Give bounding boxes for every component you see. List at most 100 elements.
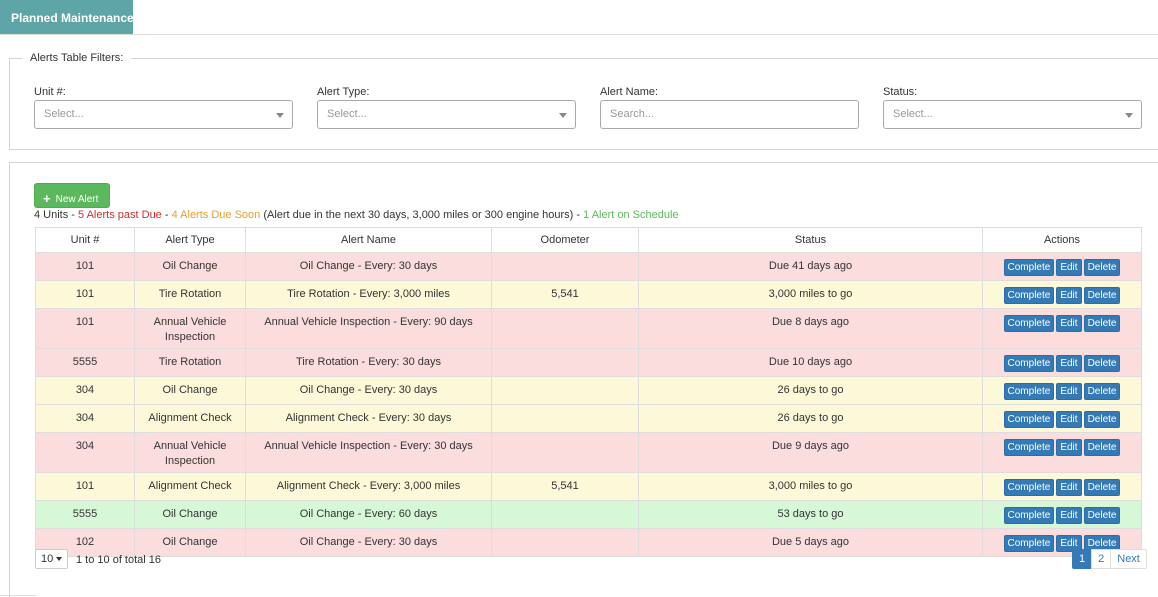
cell-status: 3,000 miles to go xyxy=(638,472,983,501)
complete-button[interactable]: Complete xyxy=(1003,439,1055,456)
cell-status: 26 days to go xyxy=(638,404,983,433)
edit-button[interactable]: Edit xyxy=(1056,479,1082,496)
cell-unit: 5555 xyxy=(35,500,135,529)
edit-button[interactable]: Edit xyxy=(1056,315,1082,332)
chevron-down-icon xyxy=(56,557,63,561)
cell-odometer xyxy=(491,432,639,473)
delete-button[interactable]: Delete xyxy=(1083,259,1121,276)
complete-button[interactable]: Complete xyxy=(1003,287,1055,304)
page-size-select[interactable]: 10 xyxy=(35,549,68,569)
tab-strip: Planned Maintenance xyxy=(0,0,1158,35)
cell-alert-type: Alignment Check xyxy=(134,472,246,501)
cell-alert-name: Oil Change - Every: 30 days xyxy=(245,376,492,405)
cell-unit: 101 xyxy=(35,472,135,501)
status-filter-label: Status: xyxy=(883,86,918,98)
edit-button[interactable]: Edit xyxy=(1056,383,1082,400)
alert-type-filter-select[interactable]: Select... xyxy=(317,100,576,129)
edit-button[interactable]: Edit xyxy=(1056,355,1082,372)
cell-actions: Complete Edit Delete xyxy=(982,280,1142,309)
cell-odometer xyxy=(491,500,639,529)
next-page-button[interactable]: Next xyxy=(1110,549,1147,569)
cell-actions: Complete Edit Delete xyxy=(982,404,1142,433)
edit-button[interactable]: Edit xyxy=(1056,439,1082,456)
column-header-odometer[interactable]: Odometer xyxy=(491,227,639,253)
alert-type-filter-label: Alert Type: xyxy=(317,86,370,98)
tab-planned-maintenance[interactable]: Planned Maintenance xyxy=(0,0,134,34)
edit-button[interactable]: Edit xyxy=(1056,507,1082,524)
unit-filter-select[interactable]: Select... xyxy=(34,100,293,129)
column-header-unit[interactable]: Unit # xyxy=(35,227,135,253)
complete-button[interactable]: Complete xyxy=(1003,411,1055,428)
cell-alert-name: Oil Change - Every: 30 days xyxy=(245,528,492,557)
cell-alert-name: Tire Rotation - Every: 3,000 miles xyxy=(245,280,492,309)
cell-odometer xyxy=(491,404,639,433)
delete-button[interactable]: Delete xyxy=(1083,439,1121,456)
delete-button[interactable]: Delete xyxy=(1083,287,1121,304)
chevron-down-icon xyxy=(276,113,284,118)
summary-separator: - xyxy=(161,209,172,221)
new-alert-label: New Alert xyxy=(55,194,99,205)
cell-odometer: 5,541 xyxy=(491,472,639,501)
cell-alert-name: Annual Vehicle Inspection - Every: 90 da… xyxy=(245,308,492,349)
complete-button[interactable]: Complete xyxy=(1003,315,1055,332)
cell-unit: 101 xyxy=(35,280,135,309)
cell-odometer xyxy=(491,376,639,405)
pagination: 1 2 Next xyxy=(1072,549,1147,569)
complete-button[interactable]: Complete xyxy=(1003,355,1055,372)
unit-filter-label: Unit #: xyxy=(34,86,66,98)
summary-past-due: 5 Alerts past Due xyxy=(78,209,162,221)
alerts-table: Unit # Alert Type Alert Name Odometer St… xyxy=(35,227,1142,557)
cell-unit: 304 xyxy=(35,432,135,473)
cell-alert-type: Tire Rotation xyxy=(134,280,246,309)
page-2-button[interactable]: 2 xyxy=(1091,549,1112,569)
edit-button[interactable]: Edit xyxy=(1056,259,1082,276)
status-filter-placeholder: Select... xyxy=(893,108,933,120)
status-filter-select[interactable]: Select... xyxy=(883,100,1142,129)
table-row: 101 Oil Change Oil Change - Every: 30 days… xyxy=(35,252,1142,281)
chevron-down-icon xyxy=(559,113,567,118)
page-info: 1 to 10 of total 16 xyxy=(76,554,162,566)
complete-button[interactable]: Complete xyxy=(1003,535,1055,552)
cell-alert-type: Annual Vehicle Inspection xyxy=(134,432,246,473)
cell-unit: 101 xyxy=(35,308,135,349)
cell-alert-type: Oil Change xyxy=(134,500,246,529)
column-header-status[interactable]: Status xyxy=(638,227,983,253)
cell-status: 53 days to go xyxy=(638,500,983,529)
cell-actions: Complete Edit Delete xyxy=(982,500,1142,529)
edit-button[interactable]: Edit xyxy=(1056,287,1082,304)
cell-alert-type: Oil Change xyxy=(134,376,246,405)
cell-alert-type: Alignment Check xyxy=(134,404,246,433)
cell-status: Due 10 days ago xyxy=(638,348,983,377)
cell-alert-name: Alignment Check - Every: 30 days xyxy=(245,404,492,433)
summary-due-soon: 4 Alerts Due Soon xyxy=(171,209,261,221)
complete-button[interactable]: Complete xyxy=(1003,383,1055,400)
delete-button[interactable]: Delete xyxy=(1083,507,1121,524)
alert-name-search-input[interactable] xyxy=(610,108,840,120)
alert-type-filter-placeholder: Select... xyxy=(327,108,367,120)
cell-alert-type: Oil Change xyxy=(134,252,246,281)
new-alert-button[interactable]: + New Alert xyxy=(34,183,110,208)
complete-button[interactable]: Complete xyxy=(1003,259,1055,276)
table-row: 102 Oil Change Oil Change - Every: 30 days… xyxy=(35,528,1142,557)
complete-button[interactable]: Complete xyxy=(1003,507,1055,524)
delete-button[interactable]: Delete xyxy=(1083,315,1121,332)
cell-status: Due 9 days ago xyxy=(638,432,983,473)
column-header-alert-type[interactable]: Alert Type xyxy=(134,227,246,253)
delete-button[interactable]: Delete xyxy=(1083,479,1121,496)
table-row: 101 Tire Rotation Tire Rotation - Every: 3… xyxy=(35,280,1142,309)
cell-status: Due 8 days ago xyxy=(638,308,983,349)
cell-actions: Complete Edit Delete xyxy=(982,432,1142,473)
table-row: 304 Annual Vehicle Inspection Annual Vehic… xyxy=(35,432,1142,473)
cell-unit: 304 xyxy=(35,376,135,405)
complete-button[interactable]: Complete xyxy=(1003,479,1055,496)
page-1-button[interactable]: 1 xyxy=(1072,549,1093,569)
delete-button[interactable]: Delete xyxy=(1083,411,1121,428)
column-header-alert-name[interactable]: Alert Name xyxy=(245,227,492,253)
cell-unit: 101 xyxy=(35,252,135,281)
delete-button[interactable]: Delete xyxy=(1083,355,1121,372)
table-row: 101 Alignment Check Alignment Check - Ever… xyxy=(35,472,1142,501)
edit-button[interactable]: Edit xyxy=(1056,411,1082,428)
delete-button[interactable]: Delete xyxy=(1083,383,1121,400)
table-row: 5555 Oil Change Oil Change - Every: 60 day… xyxy=(35,500,1142,529)
divider xyxy=(0,595,36,596)
